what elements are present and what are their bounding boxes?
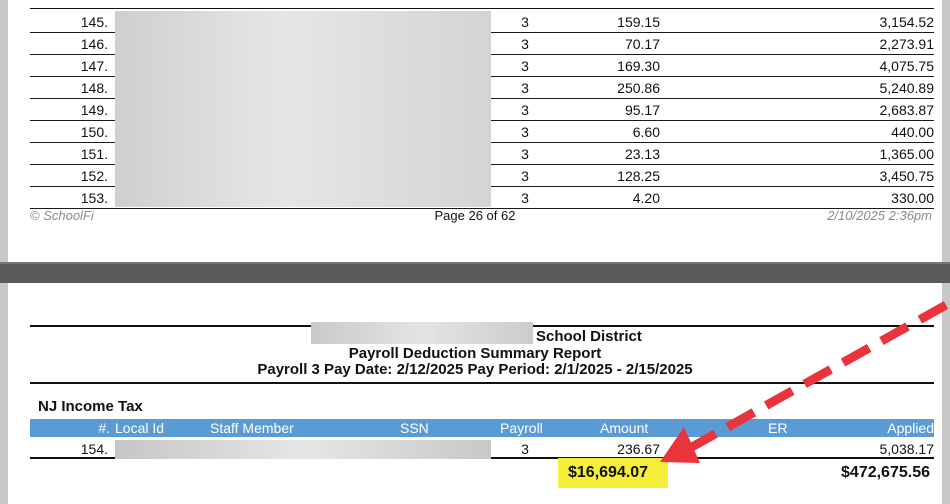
redacted-staff-block	[115, 440, 491, 459]
row-amount: 250.86	[617, 80, 660, 96]
row-payroll: 3	[521, 36, 529, 52]
col-applied: Applied	[887, 420, 934, 436]
total-amount: $16,694.07	[568, 464, 649, 481]
row-applied: 330.00	[891, 190, 934, 206]
col-ssn: SSN	[400, 420, 429, 436]
row-applied: 1,365.00	[879, 146, 935, 162]
page-number: Page 26 of 62	[434, 208, 516, 223]
row-applied: 2,683.87	[879, 102, 935, 118]
row-applied: 5,038.17	[879, 441, 935, 457]
row-number: 154.	[80, 441, 108, 457]
row-amount: 4.20	[632, 190, 660, 206]
row-number: 153.	[80, 190, 108, 206]
col-amount: Amount	[600, 420, 649, 436]
redacted-district-name	[311, 322, 533, 344]
col-payroll: Payroll	[500, 420, 543, 436]
row-number: 146.	[80, 36, 108, 52]
row-amount: 6.60	[632, 124, 660, 140]
col-staff-member: Staff Member	[210, 420, 294, 436]
row-number: 145.	[80, 14, 108, 30]
row-applied: 3,154.52	[879, 14, 935, 30]
row-payroll: 3	[521, 168, 529, 184]
report-title: Payroll Deduction Summary Report	[348, 345, 602, 362]
col-local-id: Local Id	[115, 420, 165, 436]
row-number: 147.	[80, 58, 108, 74]
top-rule	[30, 8, 934, 9]
print-timestamp: 2/10/2025 2:36pm	[827, 208, 932, 223]
row-amount: 169.30	[617, 58, 660, 74]
row-applied: 5,240.89	[879, 80, 935, 96]
report-page-26: 145. 3 159.15 3,154.52 146. 3 70.17 2,27…	[8, 0, 942, 262]
row-number: 151.	[80, 146, 108, 162]
row-payroll: 3	[521, 102, 529, 118]
row-number: 148.	[80, 80, 108, 96]
page-separator	[0, 262, 950, 283]
row-payroll: 3	[521, 80, 529, 96]
row-number: 152.	[80, 168, 108, 184]
row-amount: 236.67	[617, 441, 660, 457]
redacted-names-block	[115, 11, 491, 207]
row-number: 150.	[80, 124, 108, 140]
row-number: 149.	[80, 102, 108, 118]
row-applied: 3,450.75	[879, 168, 935, 184]
report-page-27: School District Payroll Deduction Summar…	[8, 283, 942, 504]
row-applied: 4,075.75	[879, 58, 935, 74]
row-payroll: 3	[521, 190, 529, 206]
row-applied: 2,273.91	[879, 36, 935, 52]
row-amount: 70.17	[624, 36, 660, 52]
table-header: #. Local Id Staff Member SSN Payroll Amo…	[30, 419, 934, 437]
report-subtitle: Payroll 3 Pay Date: 2/12/2025 Pay Period…	[257, 361, 693, 378]
row-amount: 95.17	[624, 102, 660, 118]
row-payroll: 3	[521, 124, 529, 140]
row-applied: 440.00	[891, 124, 934, 140]
row-amount: 159.15	[617, 14, 660, 30]
district-suffix: School District	[536, 328, 642, 345]
row-payroll: 3	[521, 146, 529, 162]
section-heading: NJ Income Tax	[38, 398, 143, 415]
row-amount: 23.13	[624, 146, 660, 162]
row-payroll: 3	[521, 14, 529, 30]
row-amount: 128.25	[617, 168, 660, 184]
row-payroll: 3	[521, 58, 529, 74]
total-applied: $472,675.56	[841, 464, 930, 481]
col-number: #.	[98, 420, 110, 436]
header-bottom-rule	[30, 382, 934, 384]
col-er: ER	[768, 420, 788, 436]
row-payroll: 3	[521, 441, 529, 457]
